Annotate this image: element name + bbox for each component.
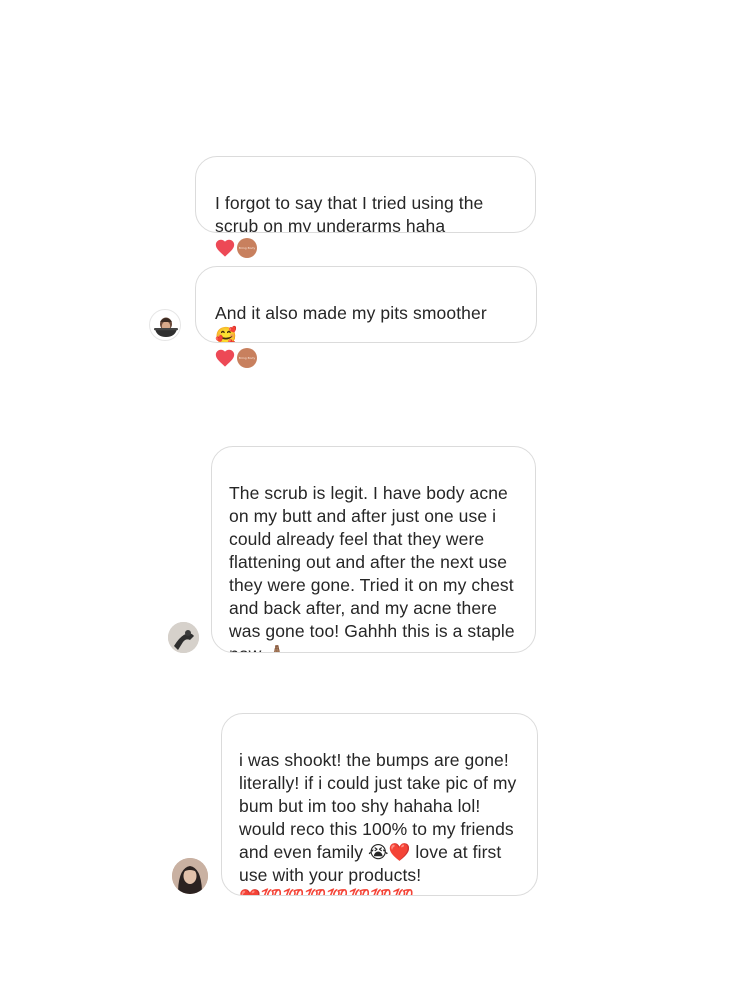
user-photo-avatar-icon bbox=[172, 858, 208, 894]
message-text: i was shookt! the bumps are gone! litera… bbox=[239, 750, 517, 895]
heart-reaction-icon bbox=[215, 239, 235, 257]
message-bubble[interactable]: I forgot to say that I tried using the s… bbox=[195, 156, 536, 233]
message-bubble[interactable]: The scrub is legit. I have body acne on … bbox=[211, 446, 536, 653]
message-text: And it also made my pits smoother 🥰 bbox=[215, 303, 487, 343]
sender-avatar[interactable] bbox=[149, 309, 181, 341]
sender-avatar[interactable] bbox=[172, 858, 208, 894]
ramen-bowl-avatar-icon bbox=[154, 317, 178, 337]
message-reactions[interactable]: Bring Body bbox=[214, 347, 257, 369]
heart-reaction-icon bbox=[215, 349, 235, 367]
message-bubble[interactable]: And it also made my pits smoother 🥰 bbox=[195, 266, 537, 343]
reaction-user-avatar: Bring Body bbox=[237, 238, 257, 258]
user-photo-avatar-icon bbox=[168, 622, 199, 653]
message-bubble[interactable]: i was shookt! the bumps are gone! litera… bbox=[221, 713, 538, 896]
reaction-avatar-label: Bring Body bbox=[238, 356, 256, 360]
message-text: The scrub is legit. I have body acne on … bbox=[229, 483, 515, 652]
message-text: I forgot to say that I tried using the s… bbox=[215, 193, 484, 233]
sender-avatar[interactable] bbox=[168, 622, 199, 653]
reaction-user-avatar: Bring Body bbox=[237, 348, 257, 368]
reaction-avatar-label: Bring Body bbox=[238, 246, 256, 250]
message-reactions[interactable]: Bring Body bbox=[214, 237, 257, 259]
